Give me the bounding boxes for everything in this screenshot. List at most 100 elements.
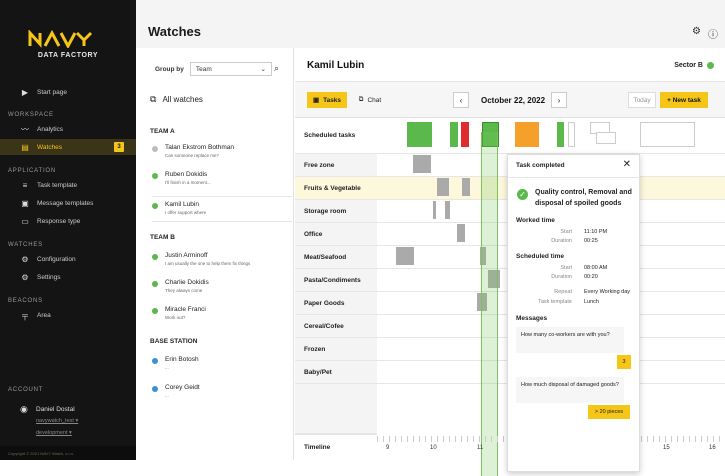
list-item[interactable]: Miracle Franci Work out? (152, 306, 292, 326)
calendar-icon: ▣ (312, 97, 320, 104)
field-label: Start (560, 229, 572, 235)
person-status: Can someone replace me? (165, 153, 220, 158)
message-icon: ▣ (21, 198, 29, 208)
row-label: Meat/Seafood (295, 246, 377, 269)
settings-icon[interactable]: ⚙ (692, 26, 701, 37)
all-watches-label: All watches (162, 95, 203, 104)
sidebar-item-label: Configuration (37, 255, 76, 263)
tab-label: Chat (367, 96, 382, 104)
copyright: Copyright © 2021 NAVY Watch, s.r.o. (0, 446, 136, 460)
account-env-select[interactable]: development ▾ (36, 430, 72, 436)
timeline-panel: Kamil Lubin Sector B ▣ Tasks ⧉ Chat ‹ Oc… (295, 48, 725, 476)
section-beacons: BEACONS (8, 298, 43, 304)
field-value: 00:25 (584, 238, 598, 244)
list-item[interactable]: Justin Arminoff I am usually the one to … (152, 252, 292, 272)
timeline-tick: 16 (709, 445, 716, 451)
task-block[interactable] (557, 122, 564, 147)
help-icon[interactable]: ⓘ (708, 26, 718, 41)
top-bar: Watches ⚙ ⓘ (136, 0, 725, 48)
task-block[interactable] (407, 122, 432, 147)
task-block[interactable] (640, 122, 695, 147)
message-reply: > 20 pieces (588, 405, 630, 419)
row-label: Free zone (295, 154, 377, 177)
list-item[interactable]: Corey Geidt ... (152, 384, 292, 404)
search-icon[interactable]: ⌕ (274, 63, 279, 74)
task-block[interactable] (568, 122, 575, 147)
zone-bar (413, 155, 431, 173)
sidebar-item-start-page[interactable]: ▶ Start page (0, 84, 136, 100)
current-time-highlight (481, 132, 498, 476)
sidebar-item-label: Watches (37, 143, 63, 151)
watches-count-badge: 3 (114, 142, 124, 152)
sidebar-item-settings[interactable]: ⚙ Settings (0, 269, 136, 285)
sidebar-item-task-template[interactable]: ≡ Task template (0, 177, 136, 193)
row-label: Office (295, 223, 377, 246)
close-icon[interactable]: ✕ (623, 159, 631, 170)
next-day-button[interactable]: › (551, 92, 567, 108)
sidebar-item-label: Message templates (37, 199, 94, 207)
task-block[interactable] (596, 132, 616, 144)
field-label: Duration (551, 238, 572, 244)
tab-tasks[interactable]: ▣ Tasks (307, 92, 347, 108)
field-value: Lunch (584, 299, 599, 305)
sidebar-item-label: Start page (37, 88, 67, 96)
message-question: How many co-workers are with you? (516, 327, 624, 353)
status-dot (152, 146, 158, 152)
timeline-tick: 10 (430, 445, 437, 451)
row-label: Baby/Pet (295, 361, 377, 384)
list-item[interactable]: Erin Botosh ... (152, 356, 292, 376)
timeline-tick: 11 (477, 445, 484, 451)
message-reply: 3 (617, 355, 631, 369)
list-icon: ≡ (22, 180, 28, 190)
group-by-select[interactable]: Team ⌄ (189, 62, 272, 76)
logo-subtitle: DATA FACTORY (37, 52, 99, 59)
sidebar-item-label: Response type (37, 217, 81, 225)
pin-icon: ╤ (22, 310, 28, 320)
list-item[interactable]: Kamil Lubin I offer support where (152, 196, 292, 222)
field-value: Every Working day (584, 289, 631, 295)
row-label: Scheduled tasks (295, 118, 377, 154)
timeline-tick: 15 (663, 445, 670, 451)
today-button[interactable]: Today (628, 92, 656, 108)
person-status: I offer support where (165, 210, 207, 215)
section-application: APPLICATION (8, 168, 57, 174)
tab-chat[interactable]: ⧉ Chat (352, 92, 388, 108)
sidebar-item-analytics[interactable]: 〰 Analytics (0, 121, 136, 137)
person-name: Erin Botosh (165, 356, 199, 363)
zone-bar (457, 224, 465, 242)
section-account: ACCOUNT (8, 387, 44, 393)
popup-header: Task completed (516, 162, 565, 169)
new-task-button[interactable]: + New task (660, 92, 708, 108)
timeline-label: Timeline (295, 434, 377, 460)
all-watches[interactable]: ⧉ All watches (150, 94, 203, 105)
account-name: Daniel Dostal (36, 406, 75, 413)
list-item[interactable]: Ruben Dokidis I'll finish in a moment... (152, 171, 292, 191)
group-by-label: Group by (155, 65, 184, 73)
status-dot (152, 281, 158, 287)
account-user: navywatch_test (36, 418, 74, 424)
list-item[interactable]: Talan Ekstrom Bothman Can someone replac… (152, 144, 292, 164)
sidebar-item-configuration[interactable]: ⚙ Configuration (0, 251, 136, 267)
task-block[interactable] (450, 122, 458, 147)
task-block[interactable] (461, 122, 469, 147)
status-dot (152, 308, 158, 314)
chart-icon: 〰 (21, 124, 29, 134)
field-value: 00:20 (584, 274, 598, 280)
current-date: October 22, 2022 (481, 96, 546, 105)
sidebar-item-response-type[interactable]: ▭ Response type (0, 213, 136, 229)
person-status: Work out? (165, 315, 186, 320)
sidebar-item-watches[interactable]: ▤ Watches 3 (0, 139, 136, 155)
task-block[interactable] (515, 122, 539, 147)
prev-day-button[interactable]: ‹ (453, 92, 469, 108)
sidebar-item-label: Analytics (37, 125, 64, 133)
info-dot (152, 358, 158, 364)
list-item[interactable]: Charlie Dokidis They always come (152, 279, 292, 299)
person-name: Corey Geidt (165, 384, 200, 391)
sidebar-item-message-templates[interactable]: ▣ Message templates (0, 195, 136, 211)
account-user-select[interactable]: navywatch_test ▾ (36, 418, 78, 424)
sidebar: DATA FACTORY ▶ Start page WORKSPACE 〰 An… (0, 0, 136, 460)
person-name: Justin Arminoff (165, 252, 208, 259)
sidebar-item-area[interactable]: ╤ Area (0, 307, 136, 323)
check-icon: ✓ (517, 189, 528, 200)
field-label: Repeat (554, 289, 572, 295)
